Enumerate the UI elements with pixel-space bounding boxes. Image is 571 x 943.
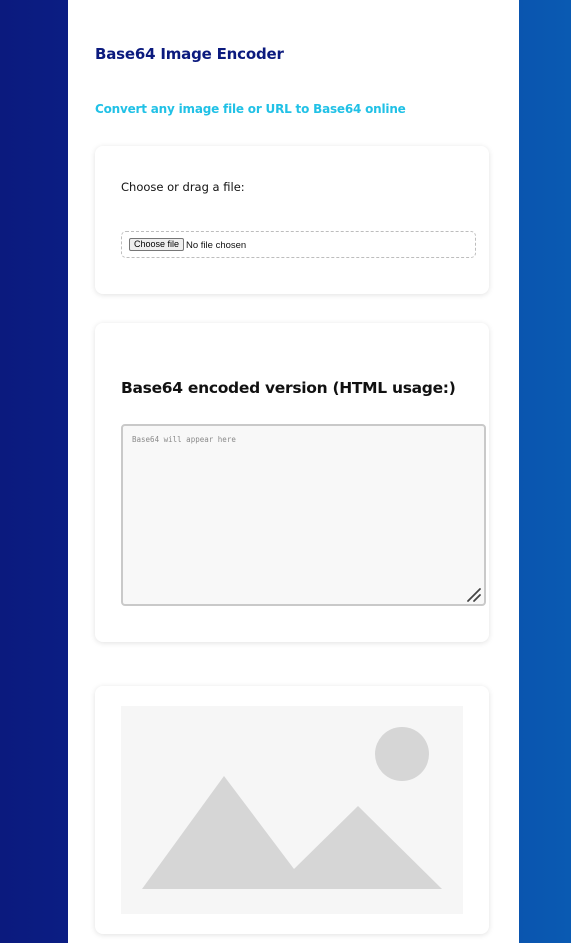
upload-card: Choose or drag a file: Choose file No fi… <box>95 146 489 294</box>
file-status-text: No file chosen <box>186 240 247 251</box>
output-card: Base64 encoded version (HTML usage:) <box>95 323 489 642</box>
base64-output-textarea[interactable] <box>121 424 486 606</box>
main-page: Base64 Image Encoder Convert any image f… <box>68 0 519 943</box>
output-heading: Base64 encoded version (HTML usage:) <box>121 379 456 397</box>
preview-card <box>95 686 489 934</box>
choose-file-button[interactable]: Choose file <box>129 238 185 251</box>
page-subtitle: Convert any image file or URL to Base64 … <box>95 102 406 116</box>
page-title: Base64 Image Encoder <box>95 45 284 63</box>
choose-file-label: Choose or drag a file: <box>121 180 245 194</box>
file-drop-zone[interactable]: Choose file No file chosen <box>121 231 476 258</box>
resize-grip-icon[interactable] <box>466 587 482 603</box>
image-placeholder-icon <box>121 706 463 914</box>
